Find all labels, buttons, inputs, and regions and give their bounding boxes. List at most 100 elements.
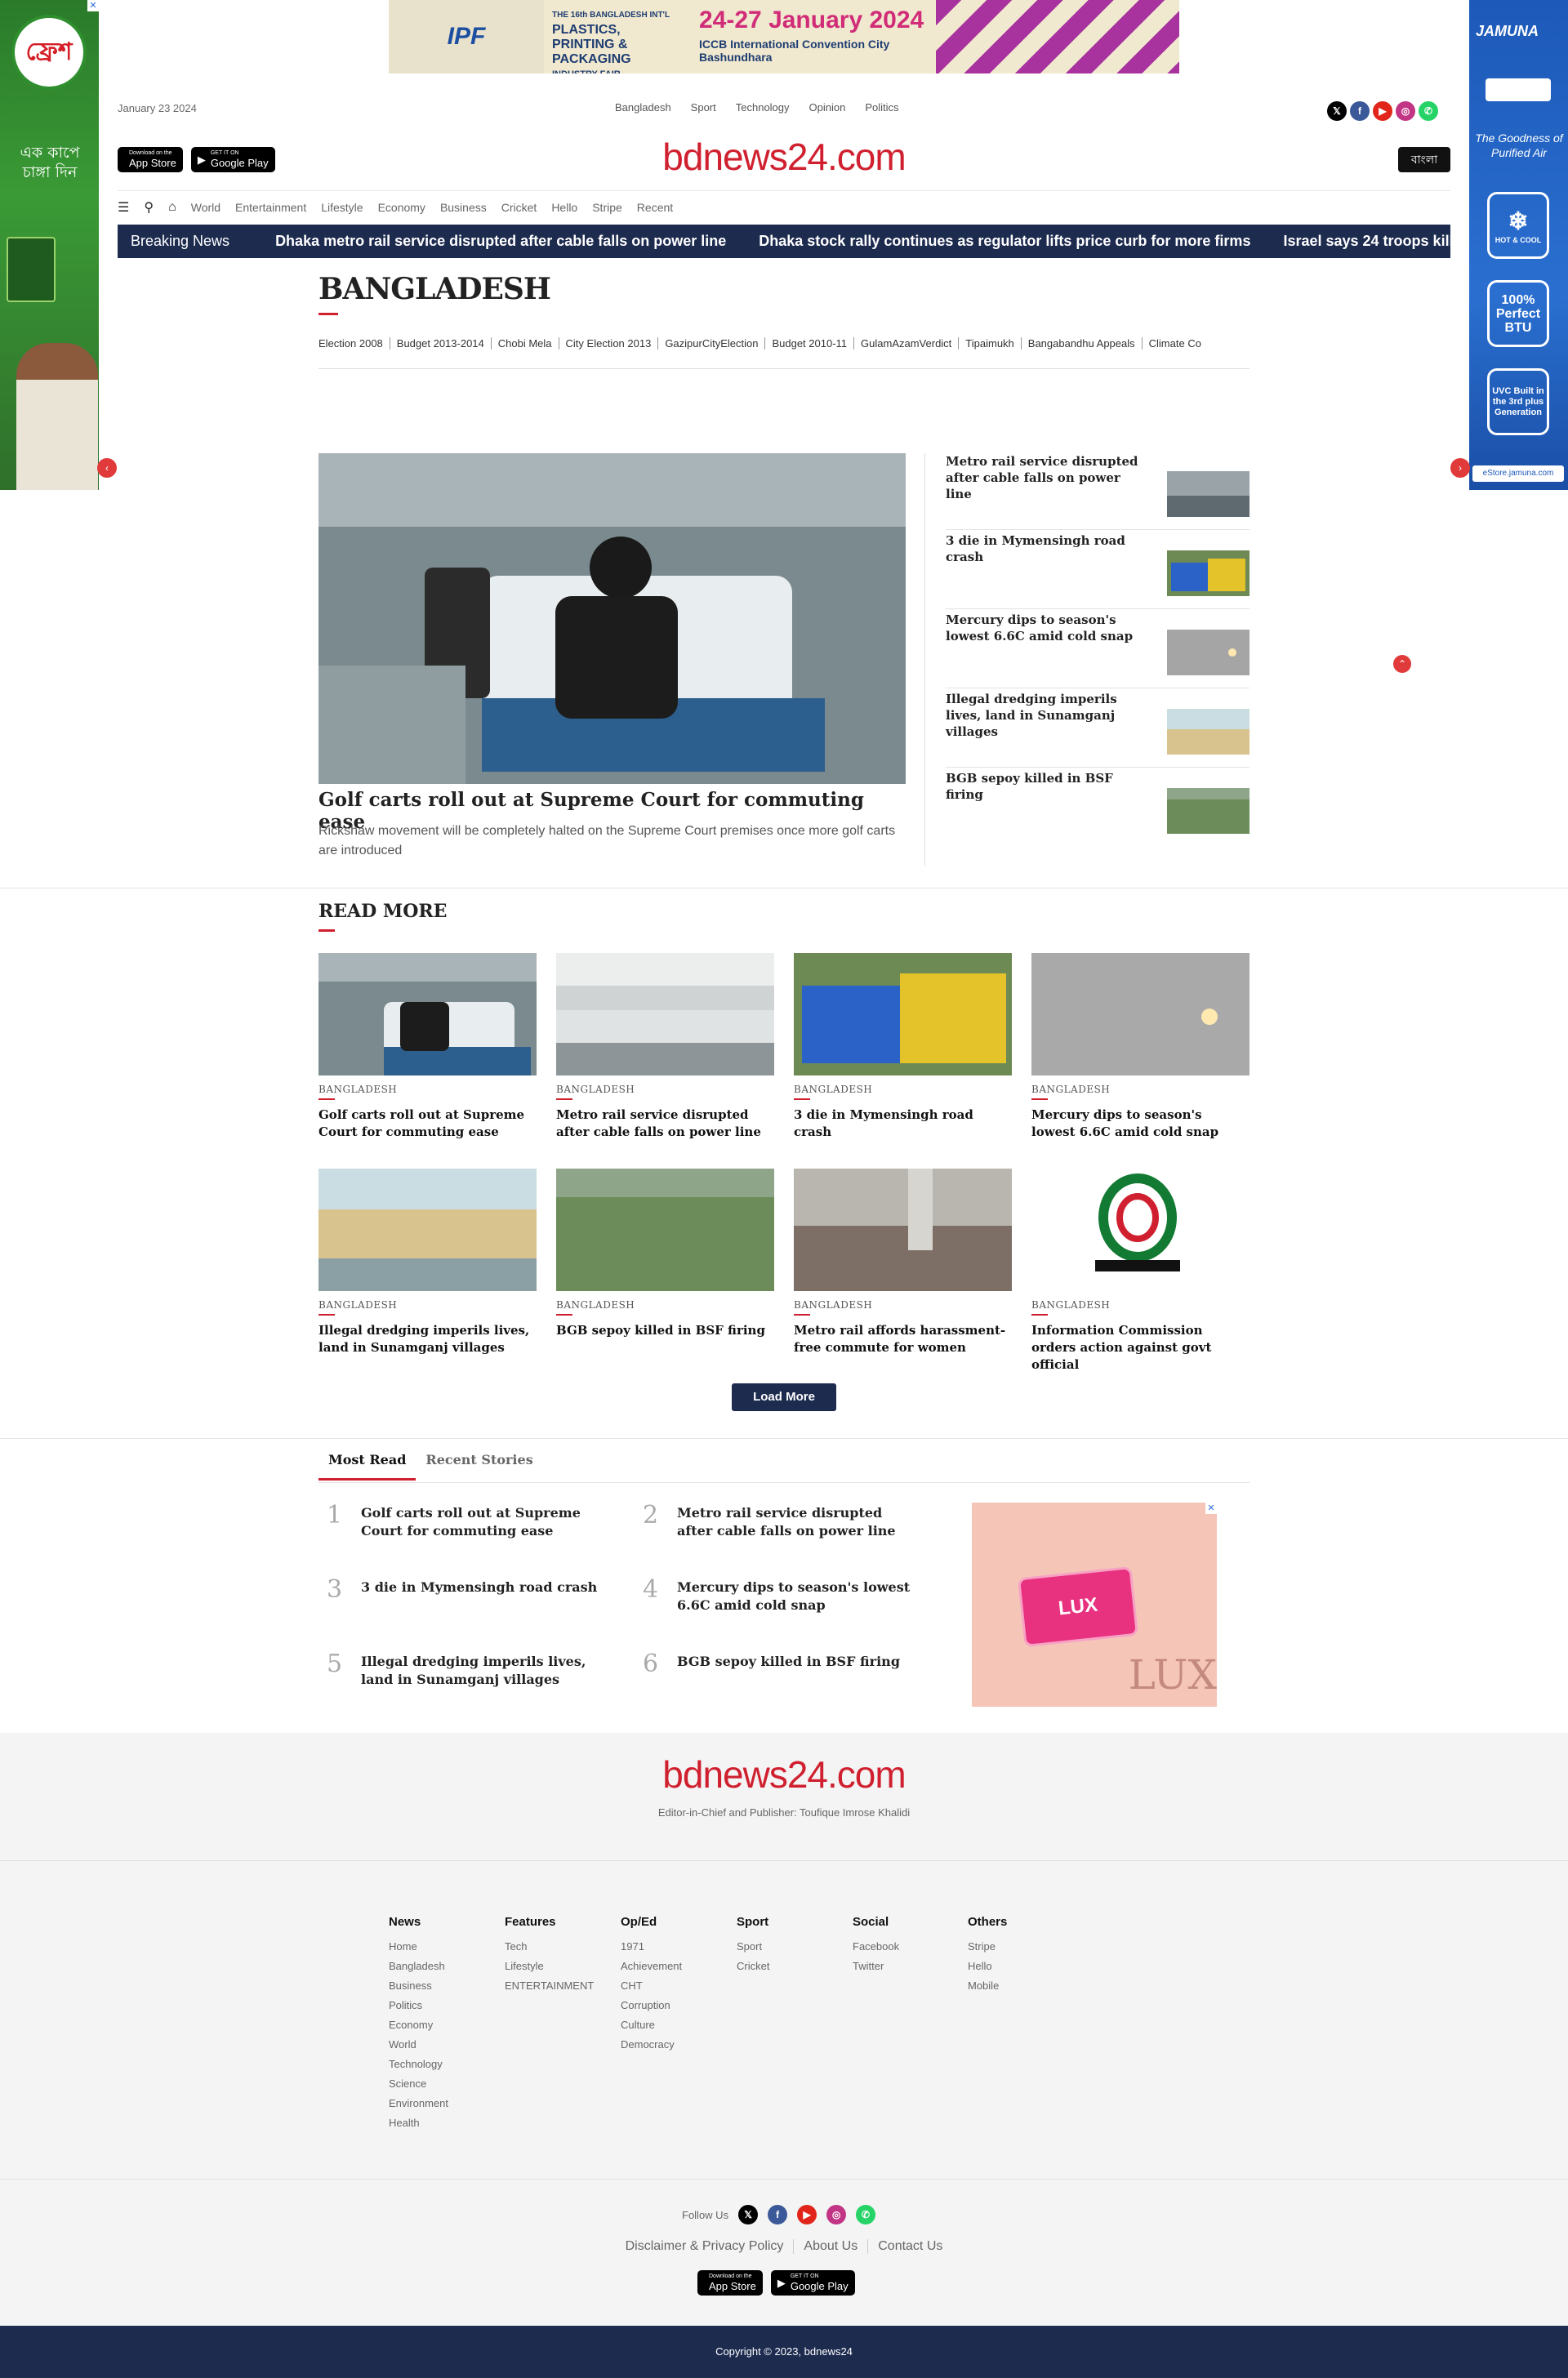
- footer-link[interactable]: Culture: [621, 2015, 682, 2035]
- facebook-icon[interactable]: f: [768, 2205, 788, 2224]
- footer-link[interactable]: CHT: [621, 1976, 682, 1996]
- footer-link[interactable]: Science: [389, 2074, 448, 2094]
- x-icon[interactable]: 𝕏: [1327, 101, 1347, 121]
- nav-recent[interactable]: Recent: [637, 201, 673, 214]
- story-card[interactable]: BANGLADESH Metro rail service disrupted …: [556, 953, 774, 1141]
- footer-link[interactable]: World: [389, 2035, 448, 2055]
- ad-close-icon[interactable]: ✕: [87, 0, 99, 11]
- most-read-item[interactable]: 6 BGB sepoy killed in BSF firing: [635, 1650, 912, 1699]
- footer-link[interactable]: Tech: [505, 1937, 594, 1957]
- nav-business[interactable]: Business: [440, 201, 487, 214]
- story-card[interactable]: BANGLADESH Information Commission orders…: [1031, 1169, 1250, 1374]
- top-link-technology[interactable]: Technology: [736, 101, 790, 114]
- tag-link[interactable]: Climate Co: [1141, 337, 1208, 350]
- language-button[interactable]: বাংলা: [1398, 147, 1450, 172]
- top-link-politics[interactable]: Politics: [865, 101, 898, 114]
- story-card[interactable]: BANGLADESH Metro rail affords harassment…: [794, 1169, 1012, 1356]
- footer-link[interactable]: ENTERTAINMENT: [505, 1976, 594, 1996]
- whatsapp-icon[interactable]: ✆: [1419, 101, 1438, 121]
- top-link-opinion[interactable]: Opinion: [809, 101, 846, 114]
- footer-link[interactable]: Environment: [389, 2094, 448, 2113]
- footer-link[interactable]: Mobile: [968, 1976, 1007, 1996]
- footer-link[interactable]: Bangladesh: [389, 1957, 448, 1976]
- footer-link[interactable]: Sport: [737, 1937, 769, 1957]
- story-card[interactable]: BANGLADESH Mercury dips to season's lowe…: [1031, 953, 1250, 1141]
- nav-lifestyle[interactable]: Lifestyle: [321, 201, 363, 214]
- footer-link[interactable]: Cricket: [737, 1957, 769, 1976]
- side-story[interactable]: Illegal dredging imperils lives, land in…: [946, 691, 1250, 768]
- story-card[interactable]: BANGLADESH Golf carts roll out at Suprem…: [318, 953, 537, 1141]
- nav-economy[interactable]: Economy: [378, 201, 425, 214]
- tag-link[interactable]: Bangabandhu Appeals: [1020, 337, 1142, 350]
- tag-link[interactable]: Tipaimukh: [958, 337, 1020, 350]
- footer-link[interactable]: Technology: [389, 2055, 448, 2074]
- instagram-icon[interactable]: ◎: [1396, 101, 1415, 121]
- footer-link[interactable]: Business: [389, 1976, 448, 1996]
- scroll-top-icon[interactable]: ⌃: [1393, 655, 1411, 673]
- story-card[interactable]: BANGLADESH 3 die in Mymensingh road cras…: [794, 953, 1012, 1141]
- footer-link[interactable]: Economy: [389, 2015, 448, 2035]
- hero-image[interactable]: [318, 453, 906, 784]
- side-story[interactable]: Metro rail service disrupted after cable…: [946, 453, 1250, 530]
- instagram-icon[interactable]: ◎: [826, 2205, 847, 2224]
- footer-link[interactable]: 1971: [621, 1937, 682, 1957]
- breaking-item[interactable]: Dhaka stock rally continues as regulator…: [742, 233, 1250, 250]
- nav-hello[interactable]: Hello: [551, 201, 577, 214]
- nav-stripe[interactable]: Stripe: [592, 201, 622, 214]
- left-scroll-arrow-icon[interactable]: ‹: [97, 458, 117, 478]
- nav-cricket[interactable]: Cricket: [501, 201, 537, 214]
- load-more-button[interactable]: Load More: [732, 1383, 836, 1411]
- footer-link[interactable]: Democracy: [621, 2035, 682, 2055]
- footer-logo[interactable]: bdnews24.com: [0, 1752, 1568, 1797]
- ad-close-icon[interactable]: ✕: [1205, 1503, 1217, 1514]
- right-side-ad[interactable]: JAMUNA The Goodness of Purified Air ❄ HOT…: [1469, 0, 1568, 490]
- footer-link[interactable]: Politics: [389, 1996, 448, 2015]
- google-play-button[interactable]: ▶ GET IT ON Google Play: [770, 2270, 855, 2296]
- contact-link[interactable]: Contact Us: [867, 2239, 952, 2254]
- tab-most-read[interactable]: Most Read: [318, 1451, 416, 1481]
- footer-link[interactable]: Lifestyle: [505, 1957, 594, 1976]
- footer-link[interactable]: Stripe: [968, 1937, 1007, 1957]
- footer-link[interactable]: Hello: [968, 1957, 1007, 1976]
- footer-link[interactable]: Facebook: [853, 1937, 899, 1957]
- tag-link[interactable]: Chobi Mela: [490, 337, 559, 350]
- tag-link[interactable]: GazipurCityElection: [657, 337, 764, 350]
- story-card[interactable]: BANGLADESH Illegal dredging imperils liv…: [318, 1169, 537, 1356]
- tag-link[interactable]: City Election 2013: [558, 337, 658, 350]
- most-read-item[interactable]: 5 Illegal dredging imperils lives, land …: [318, 1650, 596, 1699]
- tag-link[interactable]: Budget 2010-11: [764, 337, 853, 350]
- tag-link[interactable]: Budget 2013-2014: [389, 337, 491, 350]
- search-icon[interactable]: ⚲: [144, 199, 154, 216]
- story-card[interactable]: BANGLADESH BGB sepoy killed in BSF firin…: [556, 1169, 774, 1339]
- most-read-item[interactable]: 3 3 die in Mymensingh road crash: [318, 1575, 597, 1624]
- tab-recent-stories[interactable]: Recent Stories: [416, 1451, 542, 1481]
- whatsapp-icon[interactable]: ✆: [856, 2205, 876, 2224]
- breaking-item[interactable]: Dhaka metro rail service disrupted after…: [259, 233, 726, 250]
- about-link[interactable]: About Us: [793, 2239, 867, 2254]
- left-side-ad[interactable]: ফ্রেশ এক কাপে চাঙ্গা দিন ✕: [0, 0, 99, 490]
- youtube-icon[interactable]: ▶: [1373, 101, 1392, 121]
- right-scroll-arrow-icon[interactable]: ›: [1450, 458, 1470, 478]
- footer-link[interactable]: Corruption: [621, 1996, 682, 2015]
- top-link-bangladesh[interactable]: Bangladesh: [615, 101, 671, 114]
- side-story[interactable]: Mercury dips to season's lowest 6.6C ami…: [946, 612, 1250, 688]
- nav-world[interactable]: World: [191, 201, 220, 214]
- privacy-link[interactable]: Disclaimer & Privacy Policy: [616, 2239, 794, 2254]
- x-icon[interactable]: 𝕏: [738, 2205, 759, 2224]
- footer-link[interactable]: Twitter: [853, 1957, 899, 1976]
- footer-link[interactable]: Achievement: [621, 1957, 682, 1976]
- nav-entertainment[interactable]: Entertainment: [235, 201, 306, 214]
- side-story[interactable]: 3 die in Mymensingh road crash: [946, 532, 1250, 609]
- side-story[interactable]: BGB sepoy killed in BSF firing: [946, 770, 1250, 847]
- most-read-item[interactable]: 2 Metro rail service disrupted after cab…: [635, 1501, 912, 1550]
- top-link-sport[interactable]: Sport: [691, 101, 716, 114]
- most-read-item[interactable]: 4 Mercury dips to season's lowest 6.6C a…: [635, 1575, 912, 1624]
- breaking-item[interactable]: Israel says 24 troops kill: [1267, 233, 1450, 250]
- facebook-icon[interactable]: f: [1350, 101, 1370, 121]
- most-read-item[interactable]: 1 Golf carts roll out at Supreme Court f…: [318, 1501, 596, 1550]
- app-store-button[interactable]: Download on the App Store: [697, 2270, 763, 2296]
- top-banner-ad[interactable]: IPF THE 16th BANGLADESH INT'L PLASTICS, …: [389, 0, 1179, 73]
- footer-link[interactable]: Home: [389, 1937, 448, 1957]
- tag-link[interactable]: Election 2008: [318, 337, 390, 350]
- home-icon[interactable]: ⌂: [168, 200, 176, 215]
